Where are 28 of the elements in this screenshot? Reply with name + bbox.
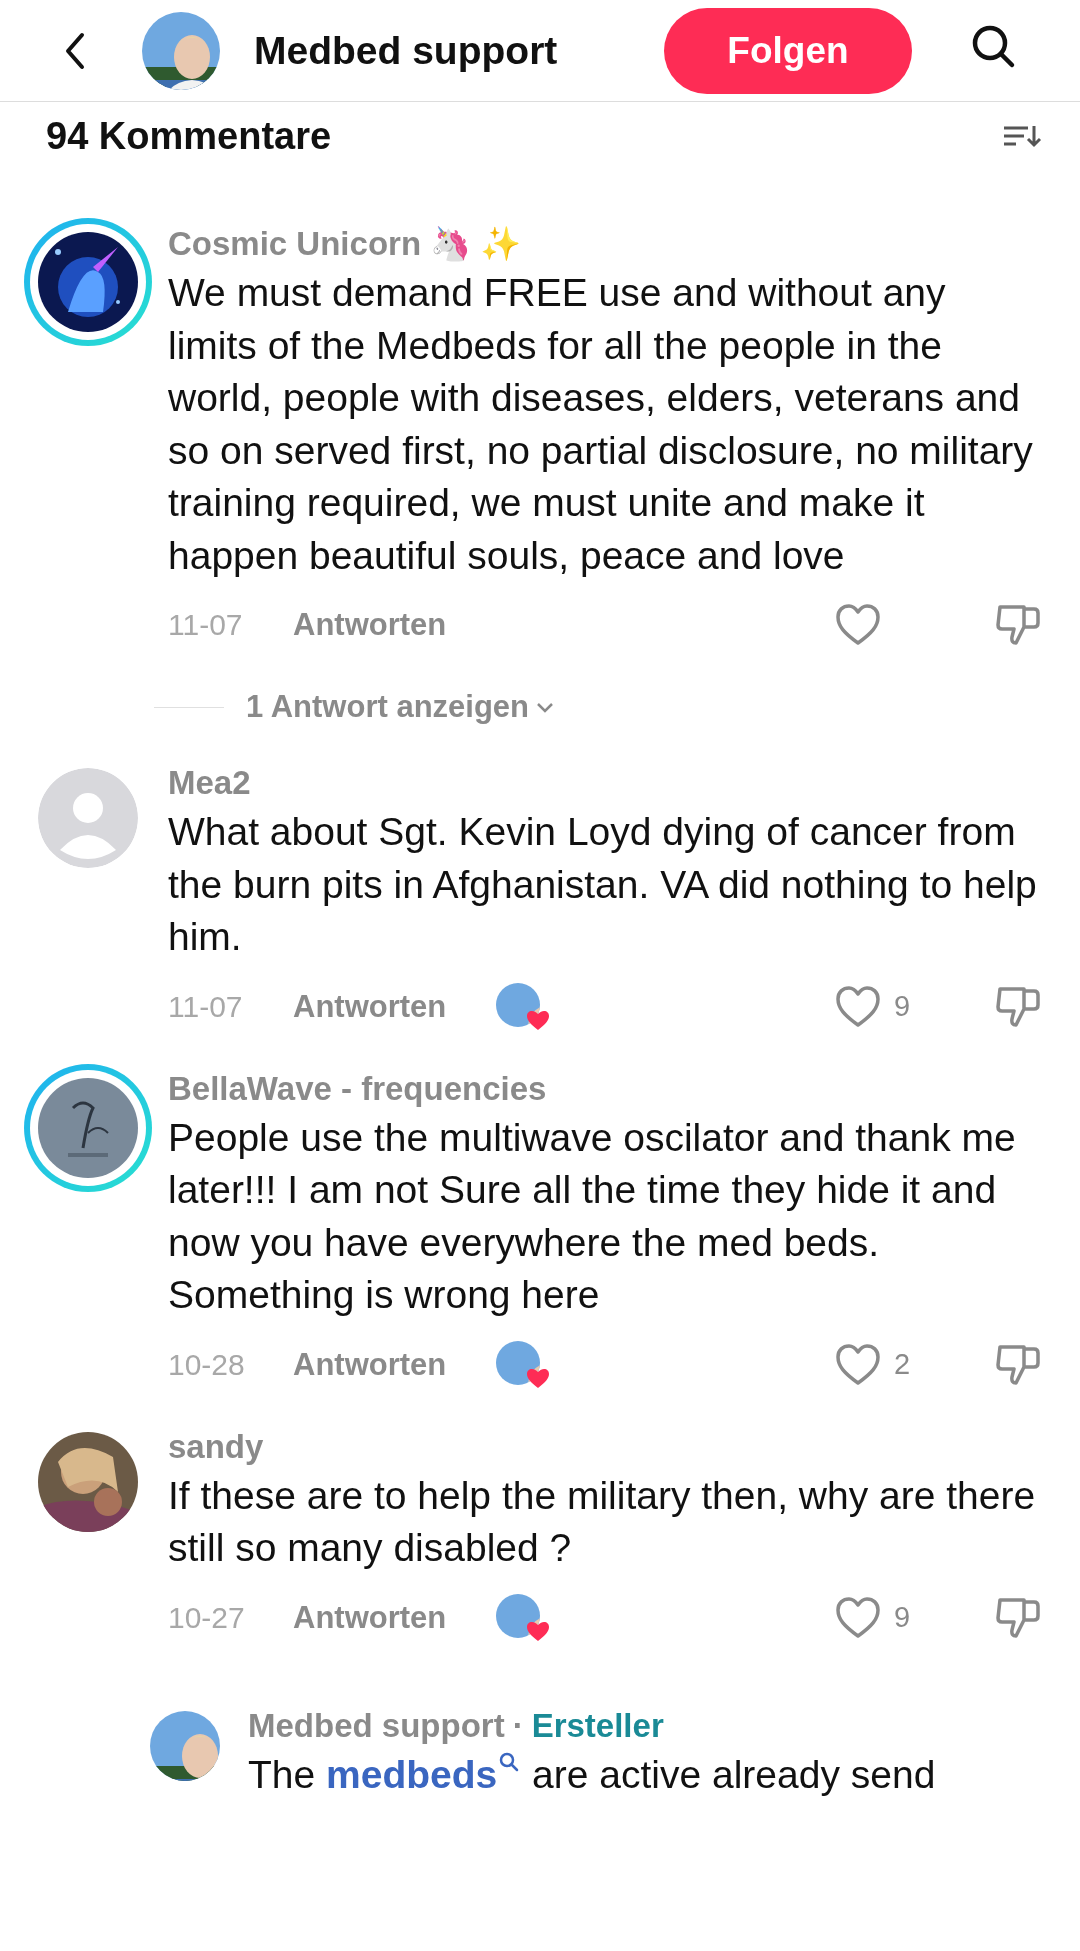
reply-link[interactable]: Antworten bbox=[293, 1346, 447, 1383]
comment-text: The medbeds are active already send bbox=[248, 1750, 937, 1798]
comment-date: 11-07 bbox=[168, 608, 244, 642]
follow-button[interactable]: Folgen bbox=[664, 7, 912, 94]
creator-label: Ersteller bbox=[531, 1706, 664, 1745]
author-name[interactable]: BellaWave - frequencies bbox=[168, 1069, 547, 1108]
author-name[interactable]: Mea2 bbox=[168, 764, 251, 802]
comment-date: 11-07 bbox=[168, 989, 244, 1024]
comment-text: People use the multiwave oscilator and thank me later!!! I am not Sure all the time they hide it and now you have everywhere the med beds. Something is wrong here bbox=[168, 1114, 1017, 1318]
reply-link[interactable]: Antworten bbox=[293, 988, 447, 1025]
hashtag-link[interactable]: medbeds bbox=[326, 1752, 522, 1796]
comment-text: If these are to help the military then, why are there still so many disabled ? bbox=[168, 1472, 1037, 1571]
like-count: 9 bbox=[894, 1601, 911, 1634]
comment-count: 94 Kommentare bbox=[46, 114, 332, 158]
like-count: 2 bbox=[894, 1348, 911, 1381]
reply-link[interactable]: Antworten bbox=[293, 1599, 447, 1636]
reply-link[interactable]: Antworten bbox=[293, 607, 447, 643]
author-name[interactable]: Medbed support bbox=[248, 1706, 505, 1745]
comment-date: 10-27 bbox=[168, 1600, 246, 1635]
comment-text: What about Sgt. Kevin Loyd dying of cancer from the burn pits in Afghanistan. VA did nothing to help him. bbox=[168, 809, 1038, 960]
comment-date: 10-28 bbox=[168, 1347, 246, 1382]
author-name[interactable]: Cosmic Unicorn 🦄 ✨ bbox=[168, 224, 522, 263]
view-replies-link[interactable]: 1 Antwort anzeigen bbox=[246, 689, 556, 725]
author-name[interactable]: sandy bbox=[168, 1427, 264, 1466]
comment-text: We must demand FREE use and without any limits of the Medbeds for all the people in the world, people with diseases, elders, veterans and so on served first, no partial disclosure, no military training required, we must unite and make it happen beautiful souls, peace and love bbox=[168, 270, 1034, 579]
like-count: 9 bbox=[894, 990, 911, 1023]
channel-name[interactable]: Medbed support bbox=[254, 28, 558, 73]
separator-dot: · bbox=[512, 1706, 524, 1745]
